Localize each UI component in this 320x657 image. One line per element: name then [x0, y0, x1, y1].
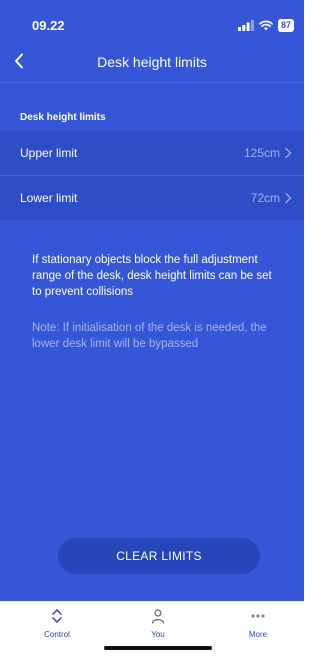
status-icons: 87: [237, 18, 294, 32]
info-description: If stationary objects block the full adj…: [32, 254, 272, 298]
chevron-right-icon: [285, 147, 292, 159]
upper-limit-value: 125cm: [243, 146, 280, 160]
status-bar: 09.22 87: [0, 0, 304, 40]
upper-limit-label: Upper limit: [20, 146, 78, 160]
tab-you-label: You: [151, 630, 165, 639]
tab-control-label: Control: [44, 630, 70, 639]
chevron-right-icon: [285, 192, 292, 204]
nav-divider: [0, 82, 304, 83]
upper-limit-row[interactable]: Upper limit 125cm: [0, 131, 304, 175]
screen: 09.22 87 Desk height limits Desk height: [0, 0, 304, 601]
info-note: Note: If initialisation of the desk is n…: [32, 322, 267, 350]
battery-indicator: 87: [277, 18, 294, 32]
tab-more-label: More: [248, 630, 268, 639]
lower-limit-label: Lower limit: [20, 191, 78, 205]
nav-bar: Desk height limits: [0, 44, 304, 80]
lower-limit-value: 72cm: [250, 191, 280, 205]
chevrons-up-down-icon: [52, 609, 62, 623]
tab-more[interactable]: More: [218, 608, 298, 644]
section-header: Desk height limits: [20, 112, 106, 123]
more-dots-icon: [251, 614, 265, 618]
tab-control[interactable]: Control: [17, 608, 97, 644]
signal-icon: [237, 19, 254, 31]
lower-limit-row[interactable]: Lower limit 72cm: [0, 176, 304, 220]
wifi-icon: [259, 20, 273, 30]
tab-you[interactable]: You: [118, 608, 198, 644]
home-indicator: [104, 646, 212, 650]
clear-limits-button[interactable]: CLEAR LIMITS: [58, 538, 260, 574]
person-icon: [151, 609, 165, 624]
page-title: Desk height limits: [97, 54, 207, 70]
status-time: 09.22: [32, 18, 65, 33]
